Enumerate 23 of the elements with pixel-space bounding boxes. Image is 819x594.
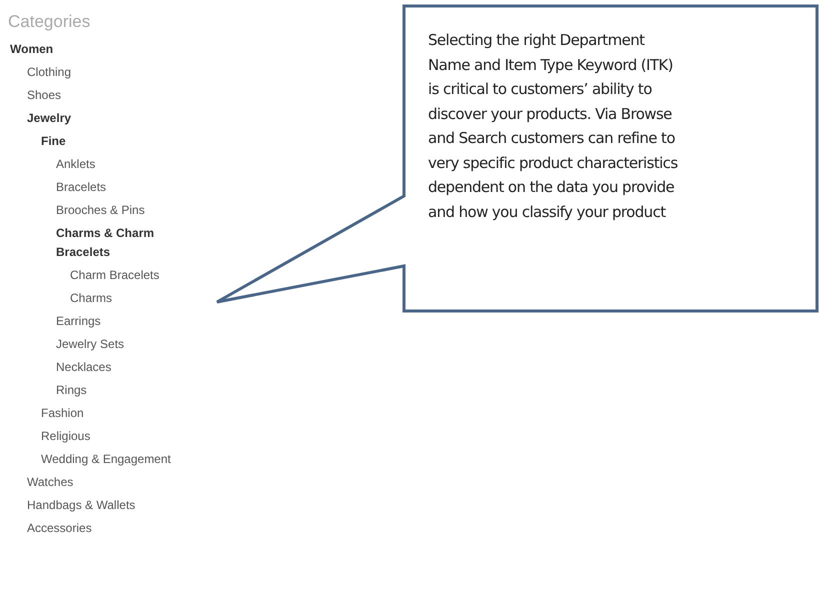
category-link[interactable]: Rings — [56, 381, 87, 400]
category-link[interactable]: Clothing — [27, 63, 72, 82]
category-link[interactable]: Jewelry — [27, 109, 72, 128]
categories-heading: Categories — [7, 11, 92, 33]
category-link[interactable]: Fine — [41, 132, 66, 151]
category-link[interactable]: Accessories — [27, 519, 92, 538]
category-link[interactable]: Wedding & Engagement — [41, 450, 171, 469]
category-link[interactable]: Necklaces — [56, 358, 112, 377]
category-link[interactable]: Fashion — [41, 404, 84, 423]
callout-text: Selecting the right Department Name and Item Type Keyword (ITK) is critical to customers’ ability to discover your products. Via Browse and Search customers can refine to very specific product characteristics dependent on the data you provide and how you classify your product — [428, 30, 679, 222]
category-link[interactable]: Charm Bracelets — [70, 266, 160, 285]
category-link[interactable]: Religious — [41, 427, 90, 446]
category-link[interactable]: Jewelry Sets — [56, 335, 124, 354]
category-link[interactable]: Handbags & Wallets — [27, 496, 136, 515]
category-link[interactable]: Brooches & Pins — [56, 201, 145, 220]
category-link[interactable]: Anklets — [56, 155, 96, 174]
category-link[interactable]: Earrings — [56, 312, 101, 331]
category-link[interactable]: Watches — [27, 473, 74, 492]
category-link[interactable]: Charms & Charm Bracelets — [56, 224, 196, 262]
category-link[interactable]: Shoes — [27, 86, 62, 105]
category-link[interactable]: Charms — [70, 289, 112, 308]
category-link[interactable]: Bracelets — [56, 178, 106, 197]
category-link[interactable]: Women — [10, 40, 54, 59]
